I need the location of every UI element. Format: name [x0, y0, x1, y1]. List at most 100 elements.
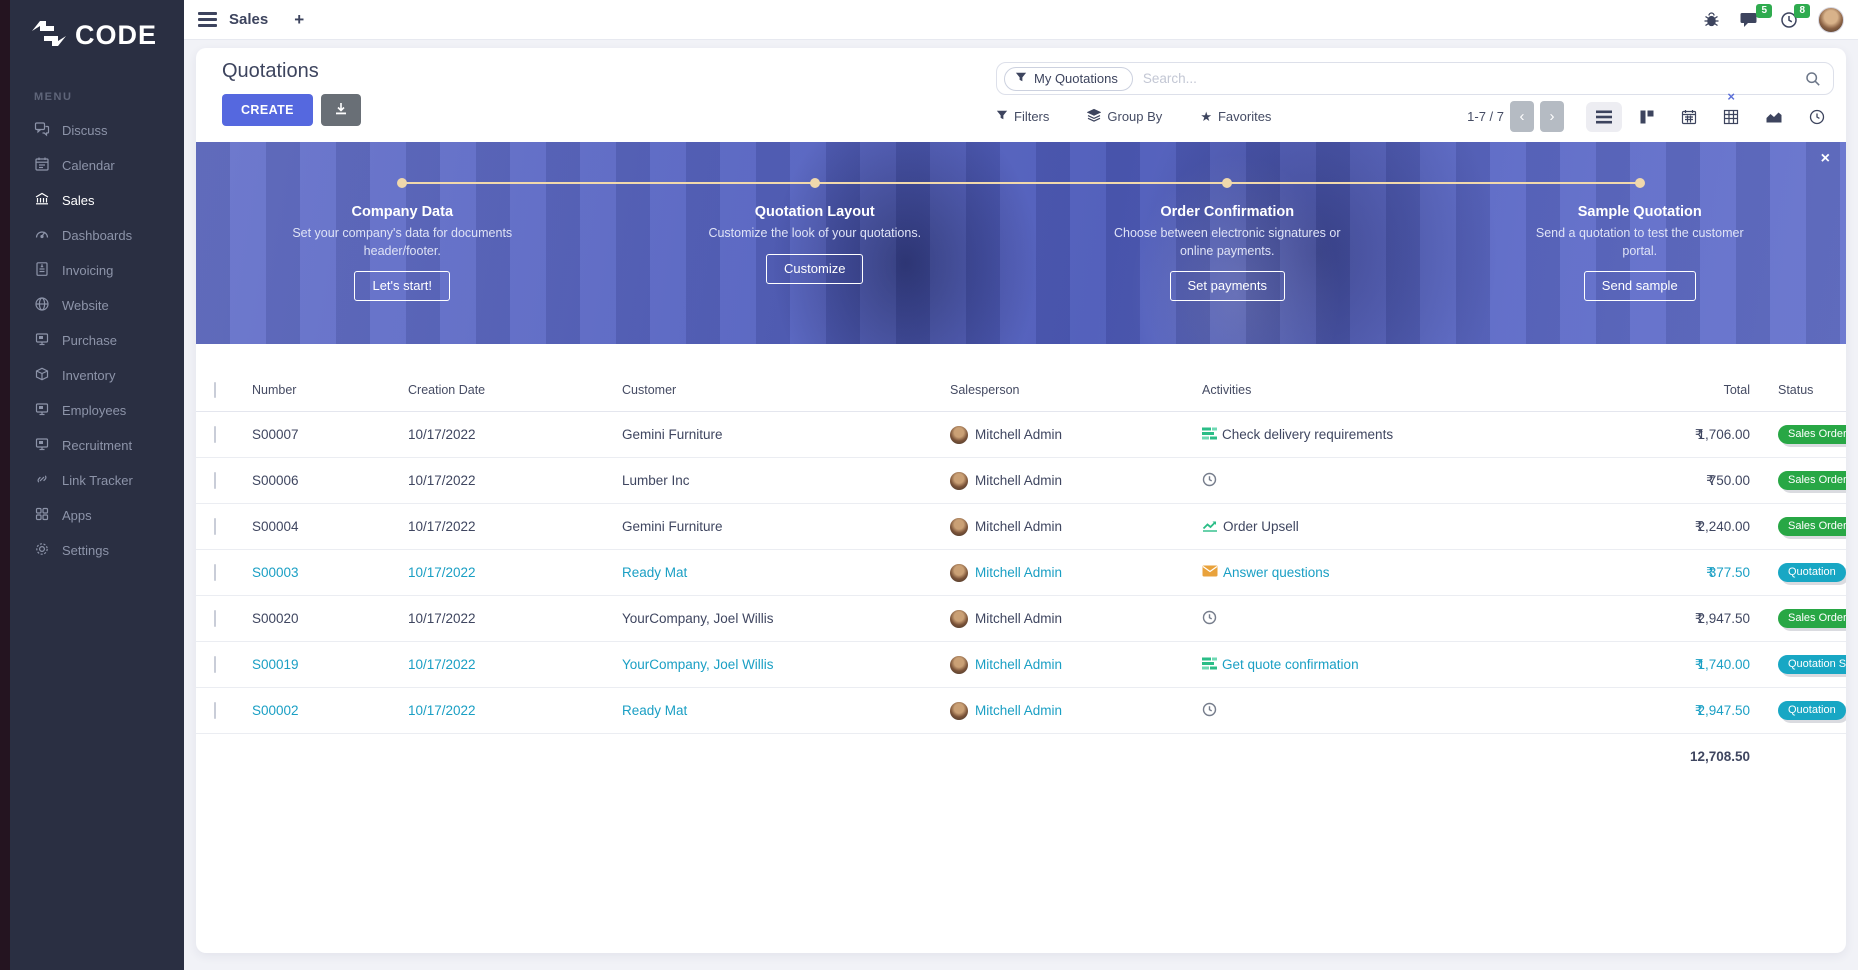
sidebar-item-label: Apps [62, 508, 92, 523]
table-row[interactable]: S00020 10/17/2022 YourCompany, Joel Will… [196, 596, 1846, 642]
kanban-view-button[interactable] [1630, 102, 1664, 132]
brand-name: CODE [75, 20, 157, 51]
clock-icon[interactable] [1202, 702, 1217, 720]
calendar-view-button[interactable] [1672, 102, 1706, 132]
salesperson-avatar [950, 518, 968, 536]
set-payments-button[interactable]: Set payments [1170, 271, 1286, 301]
new-tab-button[interactable]: + [294, 10, 304, 30]
col-header-salesperson[interactable]: Salesperson [938, 383, 1190, 397]
status-badge: Quotation [1778, 563, 1846, 582]
sidebar-item-label: Link Tracker [62, 473, 133, 488]
invoicing-icon [34, 261, 50, 280]
menu-toggle-button[interactable] [198, 12, 217, 27]
export-button[interactable] [321, 94, 361, 126]
step-dot [1222, 178, 1232, 188]
row-checkbox[interactable] [214, 702, 216, 719]
brand-logo[interactable]: CODE [10, 18, 184, 53]
sidebar-item-label: Recruitment [62, 438, 132, 453]
table-row[interactable]: S00004 10/17/2022 Gemini Furniture Mitch… [196, 504, 1846, 550]
sidebar-item-label: Calendar [62, 158, 115, 173]
search-icon[interactable] [1805, 71, 1821, 87]
table-row[interactable]: S00007 10/17/2022 Gemini Furniture Mitch… [196, 412, 1846, 458]
graph-view-button[interactable] [1756, 102, 1792, 131]
trend-up-icon[interactable] [1202, 518, 1218, 535]
favorites-button[interactable]: ★ Favorites [1200, 109, 1271, 125]
salesperson-avatar [950, 472, 968, 490]
facet-remove-button[interactable]: × [1727, 89, 1735, 104]
row-checkbox[interactable] [214, 656, 216, 673]
row-checkbox[interactable] [214, 518, 216, 535]
search-bar[interactable]: My Quotations × [996, 62, 1834, 95]
breadcrumb-app-name[interactable]: Sales [229, 11, 268, 28]
debug-bug-icon[interactable] [1703, 11, 1720, 28]
lets-start-button[interactable]: Let's start! [354, 271, 450, 301]
quotations-table: Number Creation Date Customer Salesperso… [196, 368, 1846, 778]
pager-next-button[interactable]: › [1540, 101, 1564, 132]
activity-clock-icon[interactable]: 8 [1780, 11, 1798, 29]
grand-total-row: 12,708.50 [196, 734, 1846, 778]
onboarding-step-sample-quotation: Sample Quotation Send a quotation to tes… [1434, 142, 1847, 344]
sidebar-item-settings[interactable]: Settings [10, 533, 184, 568]
sidebar-item-website[interactable]: Website [10, 288, 184, 323]
sidebar-item-inventory[interactable]: Inventory [10, 358, 184, 393]
tasks-icon[interactable] [1202, 427, 1217, 443]
sidebar-item-apps[interactable]: Apps [10, 498, 184, 533]
messages-count-badge: 5 [1756, 4, 1772, 18]
status-badge: Sales Order [1778, 609, 1846, 628]
envelope-icon[interactable] [1202, 565, 1218, 580]
table-row[interactable]: S00019 10/17/2022 YourCompany, Joel Will… [196, 642, 1846, 688]
col-header-status[interactable]: Status [1756, 383, 1846, 397]
row-checkbox[interactable] [214, 472, 216, 489]
sidebar-item-sales[interactable]: Sales [10, 183, 184, 218]
filter-funnel-icon [1015, 71, 1027, 86]
row-checkbox[interactable] [214, 610, 216, 627]
messages-icon[interactable]: 5 [1740, 11, 1760, 29]
activity-view-button[interactable] [1800, 102, 1834, 132]
row-checkbox[interactable] [214, 564, 216, 581]
table-row[interactable]: S00006 10/17/2022 Lumber Inc Mitchell Ad… [196, 458, 1846, 504]
table-row[interactable]: S00002 10/17/2022 Ready Mat Mitchell Adm… [196, 688, 1846, 734]
group-by-button[interactable]: Group By [1087, 108, 1162, 125]
col-header-number[interactable]: Number [240, 383, 396, 397]
sidebar-item-invoicing[interactable]: Invoicing [10, 253, 184, 288]
sidebar-item-discuss[interactable]: Discuss [10, 113, 184, 148]
website-icon [34, 296, 50, 315]
sidebar-item-purchase[interactable]: Purchase [10, 323, 184, 358]
sidebar-item-employees[interactable]: Employees [10, 393, 184, 428]
search-input[interactable] [1133, 71, 1805, 86]
col-header-activities[interactable]: Activities [1190, 383, 1610, 397]
table-row[interactable]: S00003 10/17/2022 Ready Mat Mitchell Adm… [196, 550, 1846, 596]
dashboards-icon [34, 226, 50, 245]
tasks-icon[interactable] [1202, 657, 1217, 673]
col-header-customer[interactable]: Customer [610, 383, 938, 397]
sidebar-item-label: Discuss [62, 123, 108, 138]
activity-count-badge: 8 [1794, 4, 1810, 18]
step-dot [397, 178, 407, 188]
clock-icon[interactable] [1202, 610, 1217, 628]
status-badge: Sales Order [1778, 425, 1846, 444]
list-view-button[interactable] [1586, 102, 1622, 132]
user-avatar[interactable] [1818, 7, 1844, 33]
search-facet[interactable]: My Quotations [1004, 67, 1133, 91]
pivot-view-button[interactable] [1714, 102, 1748, 132]
sidebar-item-dashboards[interactable]: Dashboards [10, 218, 184, 253]
clock-icon[interactable] [1202, 472, 1217, 490]
filters-button[interactable]: Filters [996, 109, 1049, 124]
link-tracker-icon [34, 471, 50, 490]
onboarding-banner: × Company Data Set your company's data f… [196, 142, 1846, 344]
col-header-total[interactable]: Total [1610, 383, 1756, 397]
grand-total-value: 12,708.50 [1610, 749, 1756, 764]
row-checkbox[interactable] [214, 426, 216, 443]
sidebar-item-calendar[interactable]: Calendar [10, 148, 184, 183]
create-button[interactable]: CREATE [222, 94, 313, 126]
step-dot [810, 178, 820, 188]
send-sample-button[interactable]: Send sample [1584, 271, 1696, 301]
inventory-icon [34, 366, 50, 385]
select-all-checkbox[interactable] [214, 382, 216, 398]
sidebar-item-link-tracker[interactable]: Link Tracker [10, 463, 184, 498]
pager-prev-button[interactable]: ‹ [1510, 101, 1534, 132]
employees-icon [34, 401, 50, 420]
customize-button[interactable]: Customize [766, 254, 863, 284]
col-header-creation-date[interactable]: Creation Date [396, 383, 610, 397]
sidebar-item-recruitment[interactable]: Recruitment [10, 428, 184, 463]
